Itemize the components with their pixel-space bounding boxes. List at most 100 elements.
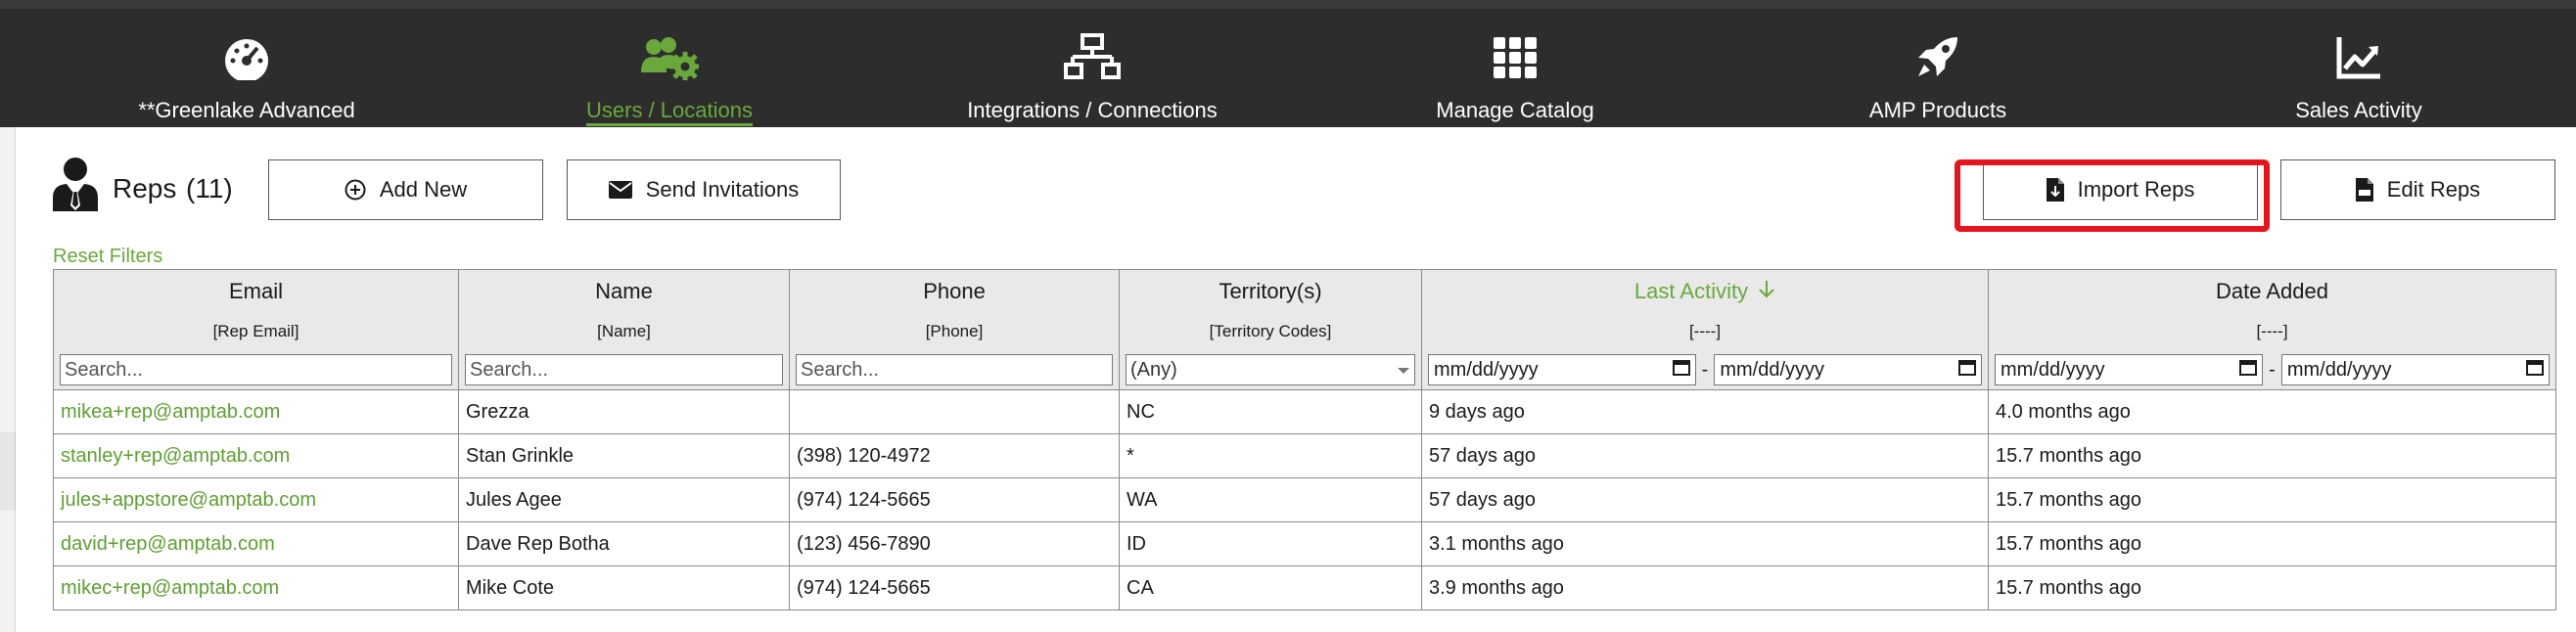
nav-label: **Greenlake Advanced — [138, 98, 355, 122]
calendar-icon[interactable] — [2526, 358, 2545, 382]
name-search-input[interactable] — [465, 354, 783, 385]
name-cell: Jules Agee — [458, 477, 790, 522]
phone-search-input[interactable] — [796, 354, 1113, 385]
grid-icon — [1492, 18, 1539, 80]
nav-label: Integrations / Connections — [967, 98, 1218, 122]
nav-label: Manage Catalog — [1436, 98, 1594, 122]
date-range-separator: - — [2269, 358, 2276, 381]
page-title: Reps — [113, 173, 177, 203]
date-placeholder: mm/dd/yyyy — [1434, 358, 1539, 381]
email-cell[interactable]: jules+appstore@amptab.com — [53, 477, 459, 522]
nav-item-manage-catalog[interactable]: Manage Catalog — [1417, 18, 1613, 127]
person-icon — [51, 157, 100, 216]
email-cell[interactable]: stanley+rep@amptab.com — [53, 433, 459, 478]
table-row[interactable]: david+rep@amptab.com Dave Rep Botha (123… — [53, 521, 2556, 566]
nav-item-integrations-connections[interactable]: Integrations / Connections — [945, 18, 1239, 127]
side-panel-tab[interactable] — [0, 432, 16, 511]
chart-line-icon — [2335, 18, 2382, 80]
table-row[interactable]: mikec+rep@amptab.com Mike Cote (974) 124… — [53, 565, 2556, 610]
send-invitations-button[interactable]: Send Invitations — [567, 159, 841, 220]
column-header-phone: Phone [Phone] — [789, 269, 1120, 390]
reps-count: (11) — [186, 173, 233, 203]
date-range-separator: - — [1701, 358, 1709, 381]
date-placeholder: mm/dd/yyyy — [2286, 358, 2392, 381]
territory-cell: WA — [1119, 477, 1422, 522]
nav-item-amp-products[interactable]: AMP Products — [1840, 18, 2036, 127]
reset-filters-link[interactable]: Reset Filters — [53, 246, 162, 268]
left-edge-strip — [0, 127, 16, 632]
nav-item-sales-activity[interactable]: Sales Activity — [2261, 18, 2457, 127]
column-subtitle: [Name] — [597, 322, 651, 340]
date-added-cell: 4.0 months ago — [1988, 389, 2556, 434]
territory-select-value: (Any) — [1130, 358, 1177, 381]
nav-item-users-locations[interactable]: Users / Locations — [572, 18, 767, 127]
date-added-from-date[interactable]: mm/dd/yyyy — [1995, 354, 2264, 385]
name-cell: Dave Rep Botha — [458, 521, 790, 566]
sort-descending-arrow-icon — [1758, 279, 1775, 304]
calendar-icon[interactable] — [1672, 358, 1690, 382]
rocket-icon — [1914, 18, 1961, 80]
column-subtitle: [----] — [1688, 322, 1722, 340]
column-header-name: Name [Name] — [458, 269, 790, 390]
add-new-label: Add New — [379, 177, 468, 202]
column-subtitle: [Rep Email] — [212, 322, 299, 340]
date-added-cell: 15.7 months ago — [1988, 565, 2556, 610]
column-title: Last Activity — [1633, 279, 1749, 303]
top-navigation: **Greenlake Advanced Users / Locations I… — [0, 0, 2576, 127]
email-cell[interactable]: mikec+rep@amptab.com — [53, 565, 459, 610]
column-title[interactable]: Email — [60, 270, 452, 313]
territory-cell: ID — [1119, 521, 1422, 566]
phone-cell: (974) 124-5665 — [789, 565, 1120, 610]
dashboard-gauge-icon — [220, 18, 273, 80]
date-added-cell: 15.7 months ago — [1988, 521, 2556, 566]
reps-table: Email [Rep Email] Name [Name] Phone [Pho… — [53, 269, 2556, 610]
email-cell[interactable]: david+rep@amptab.com — [53, 521, 459, 566]
column-header-date-added: Date Added [----] mm/dd/yyyy - mm/dd/yyy… — [1988, 269, 2556, 390]
territory-cell: NC — [1119, 389, 1422, 434]
column-subtitle: [Phone] — [925, 322, 984, 340]
last-activity-from-date[interactable]: mm/dd/yyyy — [1428, 354, 1696, 385]
name-cell: Grezza — [458, 389, 790, 434]
column-title[interactable]: Phone — [796, 270, 1113, 313]
column-subtitle: [Territory Codes] — [1209, 322, 1332, 340]
name-cell: Stan Grinkle — [458, 433, 790, 478]
nav-label: AMP Products — [1868, 98, 2007, 122]
last-activity-cell: 57 days ago — [1421, 477, 1989, 522]
column-header-last-activity: Last Activity [----] mm/dd/yyyy - mm/dd/… — [1421, 269, 1989, 390]
email-search-input[interactable] — [60, 354, 452, 385]
edit-reps-button[interactable]: Edit Reps — [2280, 159, 2555, 220]
table-row[interactable]: stanley+rep@amptab.com Stan Grinkle (398… — [53, 433, 2556, 478]
table-row[interactable]: mikea+rep@amptab.com Grezza NC 9 days ag… — [53, 389, 2556, 434]
phone-cell — [789, 389, 1120, 434]
column-title[interactable]: Name — [465, 270, 783, 313]
phone-cell: (974) 124-5665 — [789, 477, 1120, 522]
table-row[interactable]: jules+appstore@amptab.com Jules Agee (97… — [53, 477, 2556, 522]
nav-item-greenlake-advanced[interactable]: **Greenlake Advanced — [138, 18, 355, 127]
calendar-icon[interactable] — [2239, 358, 2258, 382]
csv-file-icon — [2355, 178, 2373, 202]
import-reps-highlight — [1955, 159, 2270, 232]
calendar-icon[interactable] — [1958, 358, 1977, 382]
territory-select[interactable]: (Any) — [1126, 354, 1415, 385]
date-placeholder: mm/dd/yyyy — [1720, 358, 1825, 381]
territory-cell: CA — [1119, 565, 1422, 610]
plus-circle-icon — [345, 179, 366, 201]
phone-cell: (123) 456-7890 — [789, 521, 1120, 566]
column-title[interactable]: Territory(s) — [1126, 270, 1415, 313]
send-invitations-label: Send Invitations — [645, 177, 800, 202]
add-new-button[interactable]: Add New — [268, 159, 543, 220]
last-activity-cell: 3.9 months ago — [1421, 565, 1989, 610]
edit-reps-label: Edit Reps — [2386, 177, 2481, 202]
column-title-sorted[interactable]: Last Activity — [1428, 270, 1982, 313]
date-added-cell: 15.7 months ago — [1988, 477, 2556, 522]
email-cell[interactable]: mikea+rep@amptab.com — [53, 389, 459, 434]
territory-cell: * — [1119, 433, 1422, 478]
dropdown-arrow-icon — [1397, 359, 1410, 382]
date-added-to-date[interactable]: mm/dd/yyyy — [2280, 354, 2551, 385]
column-subtitle: [----] — [2256, 322, 2288, 340]
envelope-icon — [608, 181, 632, 199]
column-title[interactable]: Date Added — [1995, 270, 2550, 313]
name-cell: Mike Cote — [458, 565, 790, 610]
last-activity-to-date[interactable]: mm/dd/yyyy — [1714, 354, 1983, 385]
column-header-email: Email [Rep Email] — [53, 269, 459, 390]
